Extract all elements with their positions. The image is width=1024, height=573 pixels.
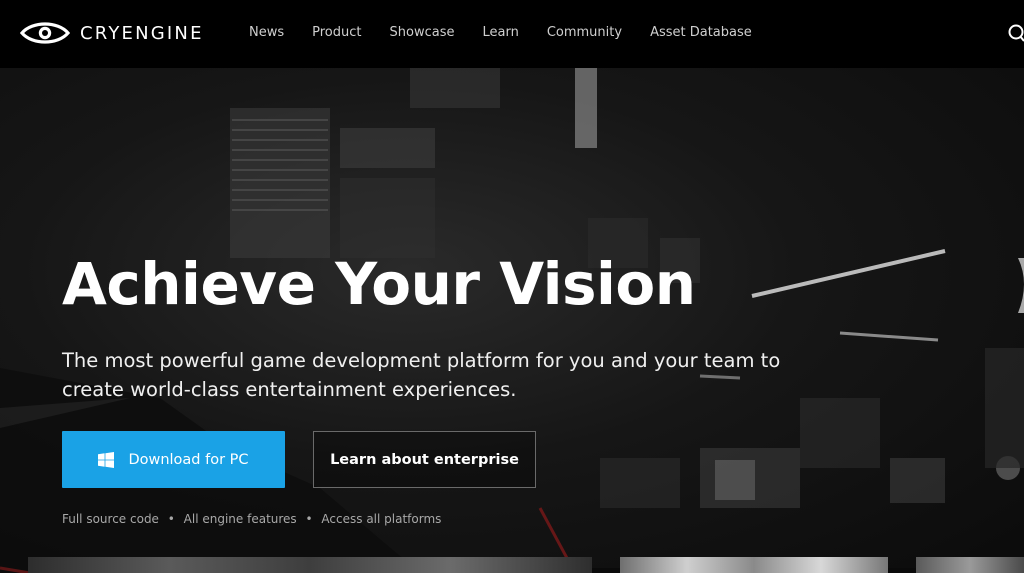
- main-nav: News Product Showcase Learn Community As…: [249, 22, 780, 44]
- feature-item: Access all platforms: [321, 512, 442, 526]
- hero-background-image: [0, 68, 1024, 573]
- feature-item: All engine features: [183, 512, 297, 526]
- teaser-card-image[interactable]: [916, 557, 1024, 573]
- feature-item: Full source code: [62, 512, 159, 526]
- nav-item-news[interactable]: News: [249, 22, 284, 44]
- nav-item-product[interactable]: Product: [312, 22, 361, 44]
- learn-about-enterprise-button[interactable]: Learn about enterprise: [313, 431, 536, 488]
- cryengine-logo[interactable]: CRYENGINE: [20, 19, 204, 47]
- enterprise-button-label: Learn about enterprise: [330, 451, 519, 468]
- feature-separator: •: [305, 512, 313, 526]
- hero-section: Achieve Your Vision The most powerful ga…: [0, 68, 1024, 573]
- search-icon[interactable]: [1004, 22, 1024, 44]
- nav-item-learn[interactable]: Learn: [482, 22, 518, 44]
- logo-text: CRYENGINE: [80, 22, 204, 44]
- hero-subtitle: The most powerful game development platf…: [62, 349, 781, 401]
- teaser-card-image[interactable]: [28, 557, 592, 573]
- download-for-pc-button[interactable]: Download for PC: [62, 431, 285, 488]
- windows-icon: [98, 451, 115, 468]
- feature-separator: •: [167, 512, 175, 526]
- nav-item-community[interactable]: Community: [547, 22, 622, 44]
- feature-list: Full source code • All engine features •…: [62, 512, 441, 526]
- nav-item-asset-database[interactable]: Asset Database: [650, 22, 752, 44]
- nav-item-showcase[interactable]: Showcase: [390, 22, 455, 44]
- top-navigation-bar: CRYENGINE News Product Showcase Learn Co…: [0, 0, 1024, 68]
- download-button-label: Download for PC: [128, 451, 249, 468]
- teaser-card-image[interactable]: [620, 557, 888, 573]
- cryengine-eye-icon: [20, 22, 70, 44]
- hero-title: Achieve Your Vision: [62, 250, 696, 318]
